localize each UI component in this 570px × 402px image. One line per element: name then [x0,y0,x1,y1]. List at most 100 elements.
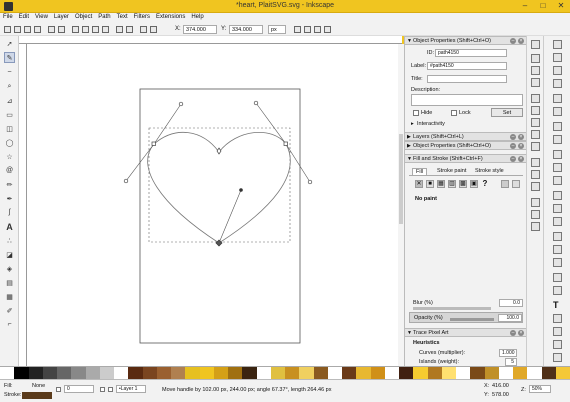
interactivity-expander[interactable]: ▸ [411,121,414,127]
linear-gradient-button[interactable]: ▦ [437,180,445,188]
layers-header[interactable]: ▶ Layers (Shift+Ctrl+L) – × [405,132,527,141]
menu-edit[interactable]: Edit [16,13,32,20]
collapse-icon[interactable]: – [510,134,516,140]
dropper-tool-icon[interactable]: ✐ [4,305,15,316]
no-paint-button[interactable]: ✕ [415,180,423,188]
opacity-spinner[interactable]: 0 [64,385,94,393]
insert-node-icon[interactable] [4,26,11,33]
segment-line-icon[interactable] [116,26,123,33]
id-field[interactable]: path4150 [435,49,507,57]
snap-rotation-center-icon[interactable] [531,182,540,191]
flat-color-button[interactable]: ■ [426,180,434,188]
set-button[interactable]: Set [491,108,523,117]
radial-gradient-button[interactable]: ▥ [448,180,456,188]
lock-checkbox[interactable] [451,110,457,116]
unit-select[interactable]: px [268,25,286,34]
trace-pixel-art-header[interactable]: ▼ Trace Pixel Art – × [405,328,527,337]
show-handles-icon[interactable] [304,26,311,33]
tweak-tool-icon[interactable]: ~ [4,67,15,78]
bucket-tool-icon[interactable]: ◈ [4,263,15,274]
node-smooth-icon[interactable] [82,26,89,33]
delete-node-icon[interactable] [14,26,21,33]
show-transform-handles-icon[interactable] [294,26,301,33]
close-icon[interactable]: × [518,143,524,149]
stroke-to-path-icon[interactable] [150,26,157,33]
box3d-tool-icon[interactable]: ◫ [4,123,15,134]
cut-icon[interactable] [553,163,562,172]
description-field[interactable] [411,94,523,106]
hide-checkbox[interactable] [413,110,419,116]
pattern-button[interactable]: ▣ [470,180,478,188]
ellipse-tool-icon[interactable]: ◯ [4,137,15,148]
stroke-indicator-swatch[interactable] [22,392,52,399]
measure-tool-icon[interactable]: ⊿ [4,95,15,106]
spray-tool-icon[interactable]: ∴ [4,235,15,246]
object-properties-collapsed-header[interactable]: ▶ Object Properties (Shift+Ctrl+O) – × [405,141,527,150]
spiral-tool-icon[interactable]: @ [4,165,15,176]
edit-mask-icon[interactable] [324,26,331,33]
preferences-icon[interactable] [553,353,562,362]
node-cusp-icon[interactable] [72,26,79,33]
save-file-icon[interactable] [553,66,562,75]
text-tool-icon[interactable]: A [4,221,15,232]
ungroup-icon[interactable] [553,286,562,295]
snap-intersection-icon[interactable] [531,118,540,127]
fill-indicator-value[interactable]: None [32,383,45,389]
collapse-icon[interactable]: – [510,156,516,162]
export-icon[interactable] [553,107,562,116]
zoom-page-icon[interactable] [553,217,562,226]
collapse-icon[interactable]: – [510,143,516,149]
blur-slider[interactable] [413,307,491,310]
close-icon[interactable]: × [518,134,524,140]
object-to-path-icon[interactable] [140,26,147,33]
star-tool-icon[interactable]: ☆ [4,151,15,162]
layer-visibility-icon[interactable] [100,387,105,392]
open-file-icon[interactable] [553,53,562,62]
eraser-tool-icon[interactable]: ◪ [4,249,15,260]
collapse-icon[interactable]: – [510,38,516,44]
clone-icon[interactable] [553,245,562,254]
pen-tool-icon[interactable]: ✒ [4,193,15,204]
node-tool-icon[interactable]: ✎ [4,52,15,63]
menu-file[interactable]: File [0,13,16,20]
mesh-gradient-button[interactable]: ▩ [459,180,467,188]
object-properties-header[interactable]: ▼ Object Properties (Shift+Ctrl+O) – × [405,36,527,45]
duplicate-icon[interactable] [553,232,562,241]
show-outline-icon[interactable] [314,26,321,33]
tab-fill[interactable]: Fill [412,168,428,175]
close-icon[interactable]: × [518,38,524,44]
drawing-canvas[interactable] [27,44,398,366]
import-icon[interactable] [553,94,562,103]
menu-object[interactable]: Object [72,13,95,20]
align-distribute-icon[interactable] [553,340,562,349]
snap-smooth-icon[interactable] [531,142,540,151]
snap-toggle-icon[interactable] [531,40,540,49]
snap-nodes-icon[interactable] [531,94,540,103]
snap-grid-icon[interactable] [531,210,540,219]
gradient-tool-icon[interactable]: ▤ [4,277,15,288]
menu-text[interactable]: Text [114,13,131,20]
delete-segment-icon[interactable] [58,26,65,33]
menu-extensions[interactable]: Extensions [153,13,188,20]
segment-curve-icon[interactable] [126,26,133,33]
snap-cusp-icon[interactable] [531,130,540,139]
tab-stroke-paint[interactable]: Stroke paint [437,168,466,174]
snap-center-icon[interactable] [531,170,540,179]
snap-midpoint-icon[interactable] [531,158,540,167]
close-icon[interactable]: × [518,156,524,162]
zoom-field[interactable]: 50% [529,385,551,393]
vertical-ruler[interactable] [19,44,27,366]
canvas-drawing[interactable] [27,44,398,366]
layer-lock-icon[interactable] [108,387,113,392]
zoom-drawing-icon[interactable] [553,204,562,213]
current-layer-select[interactable]: •Layer 1 [116,385,146,393]
menu-filters[interactable]: Filters [131,13,153,20]
group-icon[interactable] [553,273,562,282]
menu-path[interactable]: Path [95,13,113,20]
close-button[interactable]: ✕ [554,1,568,11]
minimize-button[interactable]: – [518,1,532,11]
node-auto-icon[interactable] [102,26,109,33]
snap-path-icon[interactable] [531,106,540,115]
zoom-tool-icon[interactable]: ⌕ [4,81,15,92]
unset-paint-button[interactable]: ? [481,180,489,188]
